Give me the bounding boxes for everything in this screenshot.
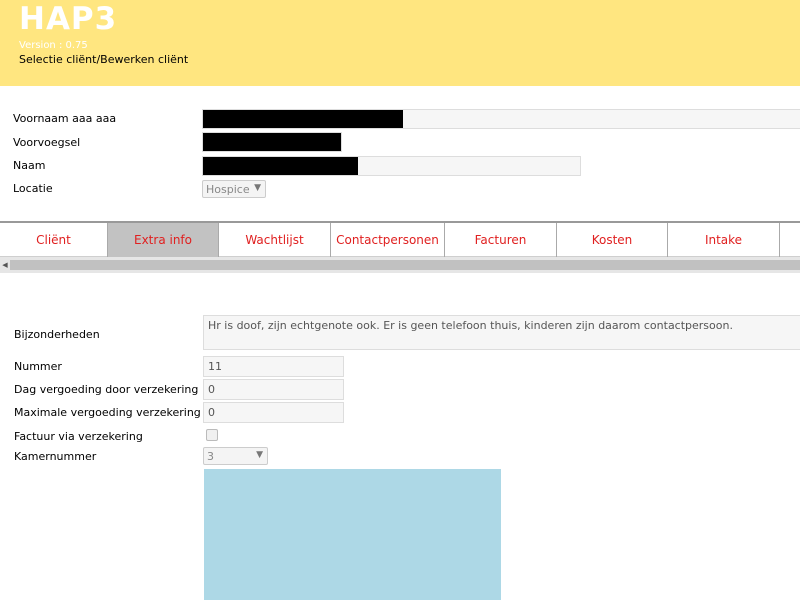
kamernummer-value: 3 [207,450,214,463]
kamernummer-label: Kamernummer [14,450,97,463]
bijzonderheden-textarea[interactable]: Hr is doof, zijn echtgenote ook. Er is g… [203,315,800,350]
blue-panel [204,469,501,600]
factuur-label: Factuur via verzekering [14,430,143,443]
redaction-block [203,157,358,175]
scroll-left-arrow-icon[interactable]: ◀ [0,257,10,273]
tab-bar: Cliënt Extra info Wachtlijst Contactpers… [0,221,800,257]
naam-label: Naam [13,159,46,172]
bijzonderheden-label: Bijzonderheden [14,328,100,341]
voorvoegsel-label: Voorvoegsel [13,136,81,149]
tab-wachtlijst[interactable]: Wachtlijst [219,223,331,257]
tab-extra-info[interactable]: Extra info [108,223,219,257]
dag-vergoeding-input[interactable]: 0 [203,379,344,400]
nummer-input[interactable]: 11 [203,356,344,377]
scrollbar-thumb[interactable] [10,260,800,270]
factuur-checkbox[interactable] [206,429,218,441]
page-subtitle: Selectie cliënt/Bewerken cliënt [19,53,189,66]
tab-intake[interactable]: Intake [668,223,780,257]
naam-input[interactable] [202,156,581,176]
redaction-block [203,133,341,151]
max-vergoeding-label: Maximale vergoeding verzekering [14,406,201,419]
locatie-select[interactable]: Hospice ▼ [202,180,266,198]
tab-client[interactable]: Cliënt [0,223,108,257]
voornaam-label: Voornaam aaa aaa [13,112,117,125]
locatie-label: Locatie [13,182,53,195]
voornaam-input[interactable] [202,109,800,129]
tab-contactpersonen[interactable]: Contactpersonen [331,223,445,257]
redaction-block [203,110,403,128]
app-header: HAP3 Version : 0.75 Selectie cliënt/Bewe… [0,0,800,86]
locatie-value: Hospice [206,183,250,196]
chevron-down-icon: ▼ [256,450,263,460]
max-vergoeding-input[interactable]: 0 [203,402,344,423]
dag-vergoeding-label: Dag vergoeding door verzekering [14,383,199,396]
voorvoegsel-input[interactable] [202,132,342,152]
chevron-down-icon: ▼ [254,183,261,193]
nummer-label: Nummer [14,360,62,373]
app-title: HAP3 [19,1,118,37]
kamernummer-select[interactable]: 3 ▼ [203,447,268,465]
horizontal-scrollbar[interactable]: ◀ [0,257,800,273]
version-label: Version : 0.75 [19,40,88,51]
tab-kosten[interactable]: Kosten [557,223,668,257]
tab-facturen[interactable]: Facturen [445,223,557,257]
